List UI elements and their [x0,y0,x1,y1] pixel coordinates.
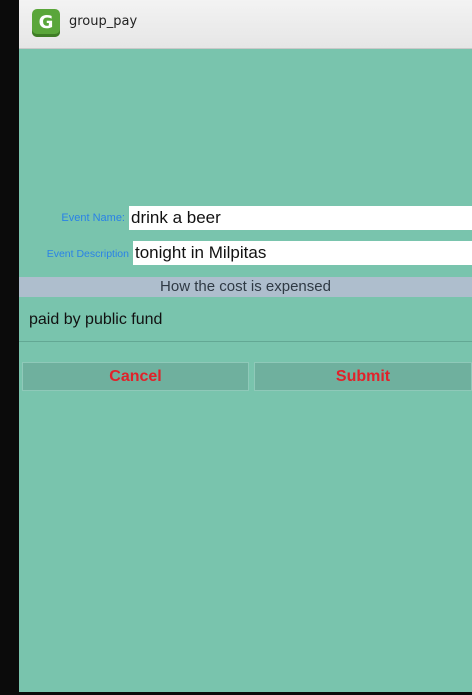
device-bezel [0,0,19,695]
event-description-input[interactable] [133,241,472,265]
expense-section-header: How the cost is expensed [19,277,472,297]
event-description-label: Event Description [46,248,129,260]
app-title: group_pay [69,14,138,29]
event-name-input[interactable] [129,206,472,230]
form-container: Event Name: Event Description How the co… [19,49,472,692]
expense-type-spinner[interactable]: paid by public fund [29,311,162,329]
submit-button[interactable]: Submit [254,362,472,391]
divider [19,341,472,342]
event-name-label: Event Name: [61,212,125,224]
app-logo-g-icon: G [32,9,60,37]
cancel-button[interactable]: Cancel [22,362,249,391]
app-screen: G group_pay Event Name: Event Descriptio… [0,0,472,695]
action-bar: G group_pay [19,0,472,49]
